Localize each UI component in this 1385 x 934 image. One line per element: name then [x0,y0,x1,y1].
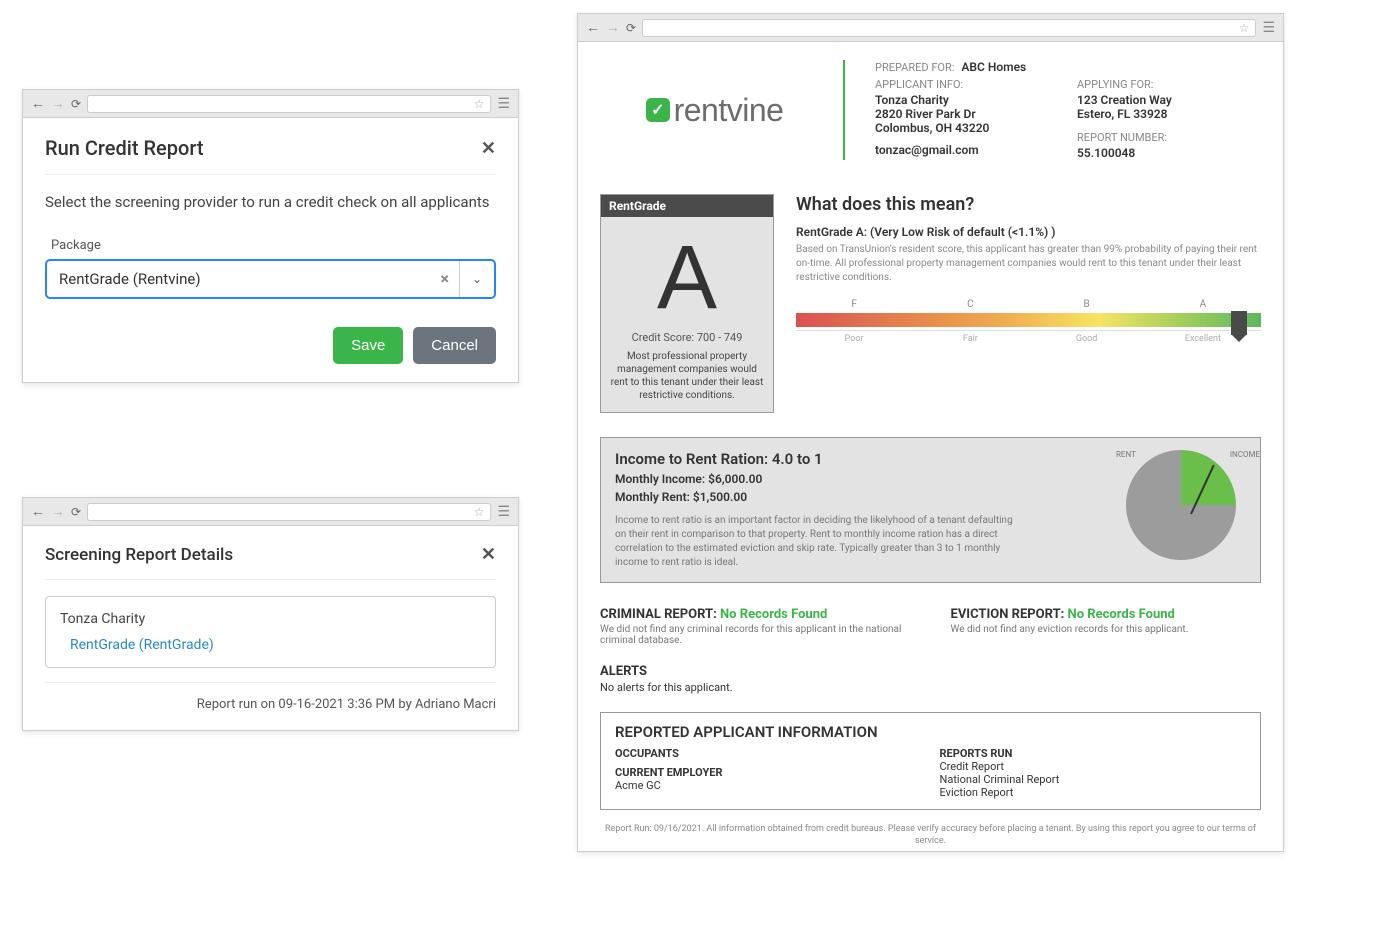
rentgrade-report-window: ← → ⟳ ☆ ☰ ✓ rentvine PREPARED FOR: ABC H… [577,13,1284,852]
clear-icon[interactable]: × [430,261,460,297]
applicant-email: tonzac@gmail.com [875,143,1059,157]
forward-icon[interactable]: → [51,503,65,520]
run-credit-report-window: ← → ⟳ ☆ ☰ Run Credit Report ✕ Select the… [22,89,519,383]
current-employer: Acme GC [615,779,922,792]
reports-run-item: National Criminal Report [940,773,1247,786]
package-label: Package [51,238,496,253]
hamburger-menu-icon[interactable]: ☰ [497,504,510,520]
grade-gradient-bar [796,313,1261,327]
bookmark-star-icon[interactable]: ☆ [474,97,485,111]
reports-run-item: Credit Report [940,760,1247,773]
occupants-label: OCCUPANTS [615,747,922,760]
save-button[interactable]: Save [333,327,403,364]
alerts-label: ALERTS [600,664,1261,679]
address-bar[interactable]: ☆ [87,503,491,521]
alerts-desc: No alerts for this applicant. [600,681,1261,694]
alerts-block: ALERTS No alerts for this applicant. [600,664,1261,694]
applicant-addr1: 2820 River Park Dr [875,107,1059,121]
report-run-meta: Report run on 09-16-2021 3:36 PM by Adri… [45,682,496,712]
grade-letter: A [601,217,773,331]
scale-grade-labels: F C B A [796,299,1261,310]
criminal-report-block: CRIMINAL REPORT: No Records Found We did… [600,607,911,646]
current-employer-label: CURRENT EMPLOYER [615,766,922,779]
pie-rent-label: RENT [1116,450,1136,459]
modal-title: Screening Report Details [45,545,233,565]
prepared-for: ABC Homes [961,60,1026,74]
applying-addr1: 123 Creation Way [1077,93,1261,107]
logo-text: rentvine [674,92,784,129]
applicant-addr2: Colombus, OH 43220 [875,121,1059,135]
monthly-rent: Monthly Rent: $1,500.00 [615,490,1102,504]
applying-addr2: Estero, FL 33928 [1077,107,1261,121]
close-icon[interactable]: ✕ [481,544,496,565]
what-does-this-mean-heading: What does this mean? [796,194,1261,215]
report-footer: Report Run: 09/16/2021. All information … [600,824,1261,847]
modal-help-text: Select the screening provider to run a c… [45,191,496,214]
address-bar[interactable]: ☆ [87,95,491,113]
income-pie-chart: RENT INCOME [1116,450,1246,570]
back-icon[interactable]: ← [31,503,45,520]
leaf-icon: ✓ [646,98,670,122]
package-value: RentGrade (Rentvine) [47,261,430,297]
browser-chrome: ← → ⟳ ☆ ☰ [578,14,1283,42]
chevron-down-icon[interactable]: ⌄ [460,261,494,297]
prepared-for-label: PREPARED FOR: [875,61,954,74]
report-number: 55.100048 [1077,146,1261,160]
applicant-name: Tonza Charity [60,611,481,627]
rentgrade-link[interactable]: RentGrade (RentGrade) [70,637,481,653]
back-icon[interactable]: ← [586,19,600,36]
criminal-report-status: No Records Found [720,607,827,622]
forward-icon[interactable]: → [606,19,620,36]
rentgrade-box: RentGrade A Credit Score: 700 - 749 Most… [600,194,774,413]
modal-title: Run Credit Report [45,136,204,160]
income-ratio-title: Income to Rent Ration: 4.0 to 1 [615,450,1102,468]
income-to-rent-box: Income to Rent Ration: 4.0 to 1 Monthly … [600,437,1261,583]
reload-icon[interactable]: ⟳ [71,97,81,111]
eviction-report-block: EVICTION REPORT: No Records Found We did… [951,607,1262,646]
address-bar[interactable]: ☆ [642,19,1256,37]
criminal-report-label: CRIMINAL REPORT: [600,607,717,622]
scale-quality-labels: Poor Fair Good Excellent [796,330,1261,344]
grade-description: Most professional property management co… [601,350,773,412]
credit-score: Credit Score: 700 - 749 [601,331,773,350]
applicant-card: Tonza Charity RentGrade (RentGrade) [45,596,496,668]
grade-marker-icon [1231,311,1247,335]
browser-chrome: ← → ⟳ ☆ ☰ [23,90,518,118]
income-description: Income to rent ratio is an important fac… [615,514,1015,570]
applicant-name: Tonza Charity [875,93,1059,107]
reports-run-label: REPORTS RUN [940,747,1247,760]
reports-run-item: Eviction Report [940,786,1247,799]
forward-icon[interactable]: → [51,95,65,112]
eviction-report-status: No Records Found [1068,607,1175,622]
hamburger-menu-icon[interactable]: ☰ [497,96,510,112]
cancel-button[interactable]: Cancel [413,327,496,364]
eviction-report-desc: We did not find any eviction records for… [951,624,1262,635]
risk-line: RentGrade A: (Very Low Risk of default (… [796,225,1261,239]
pie-income-label: INCOME [1230,450,1260,459]
bookmark-star-icon[interactable]: ☆ [1239,21,1250,35]
reload-icon[interactable]: ⟳ [71,505,81,519]
applying-for-label: APPLYING FOR: [1077,78,1261,91]
rai-title: REPORTED APPLICANT INFORMATION [615,723,1246,741]
applicant-info-label: APPLICANT INFO: [875,78,1059,91]
bookmark-star-icon[interactable]: ☆ [474,505,485,519]
reported-applicant-info-box: REPORTED APPLICANT INFORMATION OCCUPANTS… [600,712,1261,810]
logo: ✓ rentvine [600,60,845,160]
back-icon[interactable]: ← [31,95,45,112]
monthly-income: Monthly Income: $6,000.00 [615,472,1102,486]
reload-icon[interactable]: ⟳ [626,21,636,35]
criminal-report-desc: We did not find any criminal records for… [600,624,911,646]
hamburger-menu-icon[interactable]: ☰ [1262,20,1275,36]
pie-icon [1126,450,1236,560]
browser-chrome: ← → ⟳ ☆ ☰ [23,498,518,526]
eviction-report-label: EVICTION REPORT: [951,607,1065,622]
report-number-label: REPORT NUMBER: [1077,131,1261,144]
close-icon[interactable]: ✕ [481,138,496,159]
screening-report-details-window: ← → ⟳ ☆ ☰ Screening Report Details ✕ Ton… [22,497,519,731]
package-combobox[interactable]: RentGrade (Rentvine) × ⌄ [45,259,496,299]
risk-description: Based on TransUnion's resident score, th… [796,243,1261,285]
rentgrade-header: RentGrade [601,195,773,217]
